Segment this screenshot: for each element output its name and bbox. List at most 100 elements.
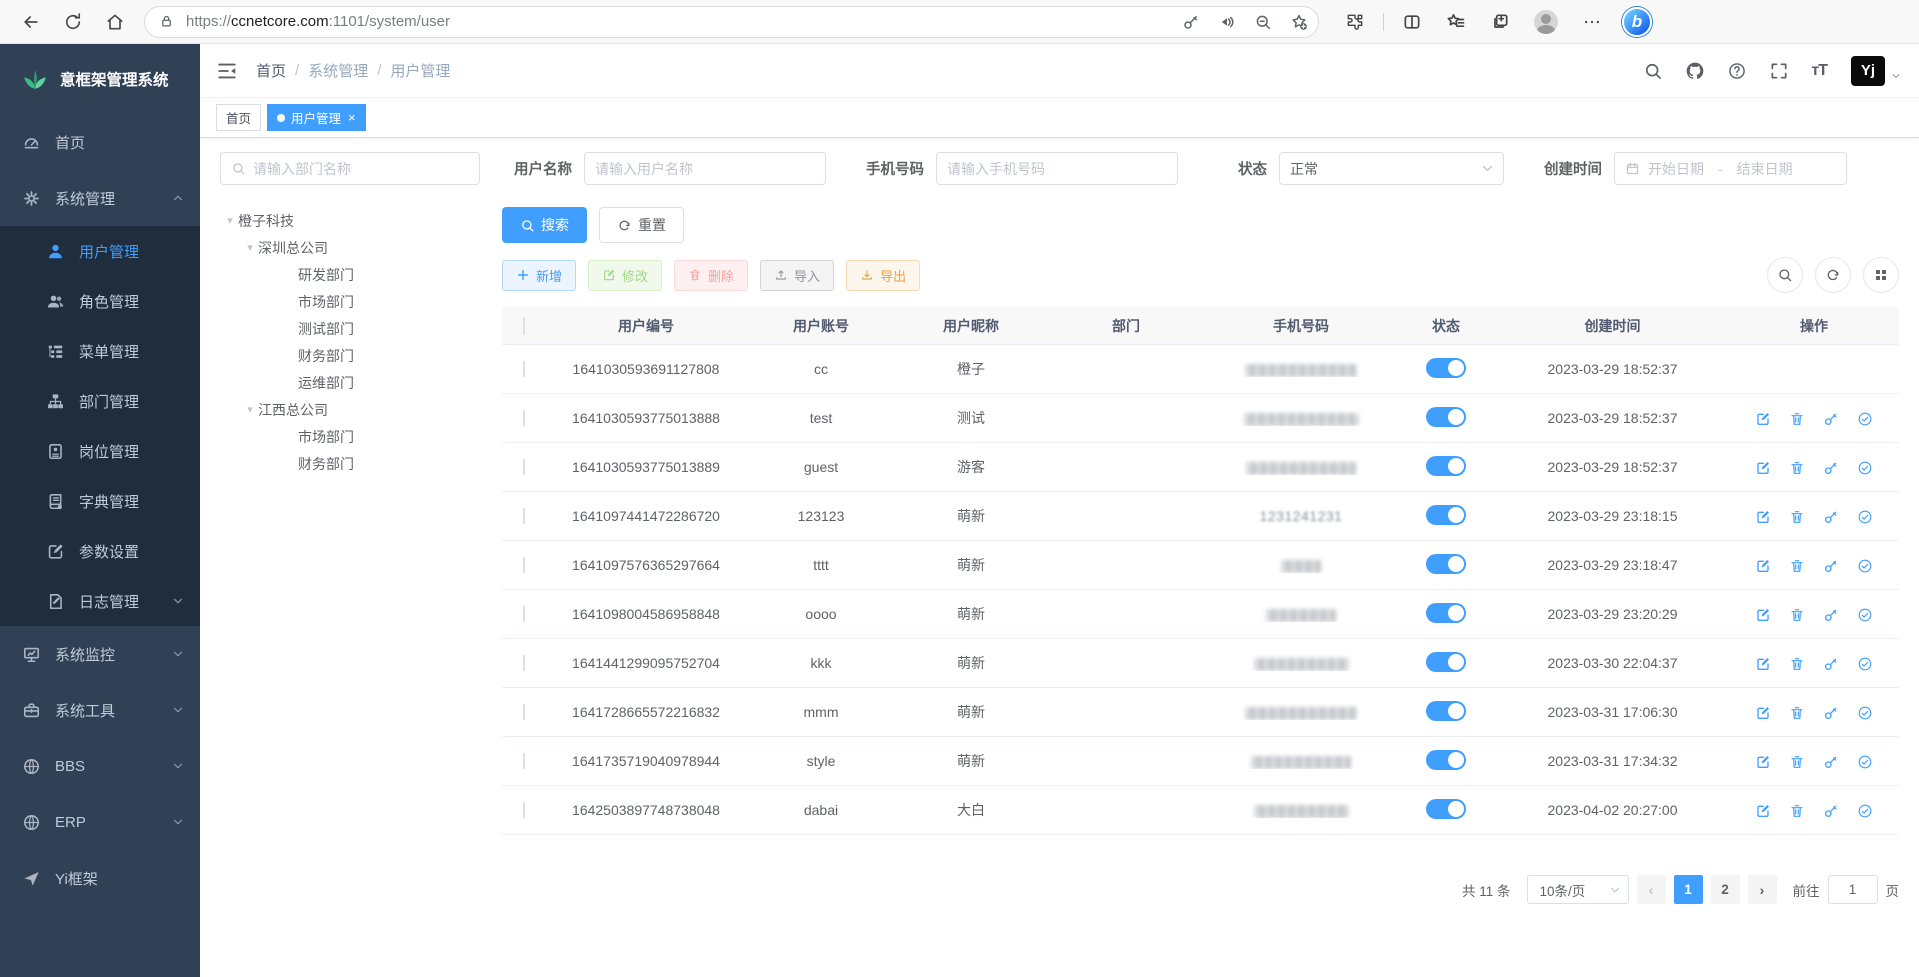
delete-action-icon[interactable] (1789, 460, 1805, 476)
delete-action-icon[interactable] (1789, 558, 1805, 574)
page-button-2[interactable]: 2 (1711, 875, 1740, 904)
assign-role-check-icon[interactable] (1857, 509, 1873, 525)
row-checkbox[interactable] (502, 704, 546, 720)
sidebar-item-首页[interactable]: 首页 (0, 114, 200, 170)
row-checkbox[interactable] (502, 410, 546, 426)
collections-icon[interactable] (1490, 12, 1510, 32)
reset-password-key-icon[interactable] (1823, 558, 1839, 574)
dept-search-input[interactable]: 请输入部门名称 (220, 152, 480, 185)
assign-role-check-icon[interactable] (1857, 607, 1873, 623)
show-search-button[interactable] (1767, 257, 1803, 293)
sidebar-item-岗位管理[interactable]: 岗位管理 (0, 426, 200, 476)
assign-role-check-icon[interactable] (1857, 754, 1873, 770)
avatar-caret-icon[interactable] (1891, 71, 1901, 81)
delete-action-icon[interactable] (1789, 509, 1805, 525)
tree-node-市场部门[interactable]: 市场部门 (220, 423, 480, 450)
username-input[interactable]: 请输入用户名称 (584, 152, 826, 185)
lock-icon[interactable] (159, 14, 174, 29)
help-icon[interactable] (1727, 61, 1747, 81)
breadcrumb-home[interactable]: 首页 (256, 60, 286, 81)
reset-password-key-icon[interactable] (1823, 411, 1839, 427)
sidebar-item-系统管理[interactable]: 系统管理 (0, 170, 200, 226)
app-logo[interactable]: 意框架管理系统 (0, 44, 200, 114)
edit-action-icon[interactable] (1755, 411, 1771, 427)
search-button[interactable]: 搜索 (502, 207, 587, 243)
status-toggle[interactable] (1426, 750, 1466, 770)
breadcrumb-system[interactable]: 系统管理 (308, 60, 368, 81)
delete-action-icon[interactable] (1789, 656, 1805, 672)
split-screen-icon[interactable] (1402, 12, 1422, 32)
page-size-select[interactable]: 10条/页 (1527, 875, 1629, 904)
edit-action-icon[interactable] (1755, 607, 1771, 623)
status-toggle[interactable] (1426, 505, 1466, 525)
favorites-icon[interactable] (1446, 12, 1466, 32)
close-icon[interactable]: × (348, 110, 356, 125)
tree-node-深圳总公司[interactable]: ▾ 深圳总公司 (220, 234, 480, 261)
edit-button[interactable]: 修改 (588, 260, 662, 291)
reset-password-key-icon[interactable] (1823, 754, 1839, 770)
back-icon[interactable] (21, 12, 41, 32)
url-text[interactable]: https://ccnetcore.com:1101/system/user (186, 13, 1164, 30)
sidebar-item-系统工具[interactable]: 系统工具 (0, 682, 200, 738)
edit-action-icon[interactable] (1755, 656, 1771, 672)
user-avatar[interactable]: Yj (1851, 56, 1885, 86)
assign-role-check-icon[interactable] (1857, 656, 1873, 672)
tree-node-江西总公司[interactable]: ▾ 江西总公司 (220, 396, 480, 423)
reset-button[interactable]: 重置 (599, 207, 684, 243)
reset-password-key-icon[interactable] (1823, 803, 1839, 819)
sidebar-item-Yi框架[interactable]: Yi框架 (0, 850, 200, 906)
row-checkbox[interactable] (502, 655, 546, 671)
select-all-checkbox[interactable] (502, 317, 546, 335)
sidebar-item-字典管理[interactable]: 字典管理 (0, 476, 200, 526)
status-toggle[interactable] (1426, 456, 1466, 476)
reset-password-key-icon[interactable] (1823, 460, 1839, 476)
tab-用户管理[interactable]: 用户管理 × (267, 104, 366, 131)
import-button[interactable]: 导入 (760, 260, 834, 291)
extensions-icon[interactable] (1345, 12, 1365, 32)
more-menu-icon[interactable] (1582, 12, 1602, 32)
status-toggle[interactable] (1426, 407, 1466, 427)
edit-action-icon[interactable] (1755, 754, 1771, 770)
row-checkbox[interactable] (502, 508, 546, 524)
delete-button[interactable]: 删除 (674, 260, 748, 291)
status-toggle[interactable] (1426, 701, 1466, 721)
row-checkbox[interactable] (502, 361, 546, 377)
read-aloud-icon[interactable] (1218, 13, 1236, 31)
prev-page-button[interactable]: ‹ (1637, 875, 1666, 904)
sidebar-item-ERP[interactable]: ERP (0, 794, 200, 850)
row-checkbox[interactable] (502, 557, 546, 573)
edit-action-icon[interactable] (1755, 460, 1771, 476)
assign-role-check-icon[interactable] (1857, 705, 1873, 721)
assign-role-check-icon[interactable] (1857, 558, 1873, 574)
assign-role-check-icon[interactable] (1857, 460, 1873, 476)
reset-password-key-icon[interactable] (1823, 656, 1839, 672)
address-bar[interactable]: https://ccnetcore.com:1101/system/user (144, 6, 1319, 38)
status-select[interactable]: 正常 (1279, 152, 1504, 185)
delete-action-icon[interactable] (1789, 754, 1805, 770)
next-page-button[interactable]: › (1748, 875, 1777, 904)
status-toggle[interactable] (1426, 799, 1466, 819)
sidebar-item-系统监控[interactable]: 系统监控 (0, 626, 200, 682)
tree-node-研发部门[interactable]: 研发部门 (220, 261, 480, 288)
page-button-1[interactable]: 1 (1674, 875, 1703, 904)
reset-password-key-icon[interactable] (1823, 705, 1839, 721)
browser-profile-avatar[interactable] (1534, 10, 1558, 34)
edit-action-icon[interactable] (1755, 705, 1771, 721)
goto-page-input[interactable]: 1 (1828, 875, 1878, 904)
add-button[interactable]: 新增 (502, 260, 576, 291)
tree-node-财务部门[interactable]: 财务部门 (220, 450, 480, 477)
sidebar-item-参数设置[interactable]: 参数设置 (0, 526, 200, 576)
row-checkbox[interactable] (502, 802, 546, 818)
reset-password-key-icon[interactable] (1823, 607, 1839, 623)
refresh-table-button[interactable] (1815, 257, 1851, 293)
sidebar-item-用户管理[interactable]: 用户管理 (0, 226, 200, 276)
column-settings-button[interactable] (1863, 257, 1899, 293)
search-icon[interactable] (1643, 61, 1663, 81)
sidebar-item-角色管理[interactable]: 角色管理 (0, 276, 200, 326)
edit-action-icon[interactable] (1755, 509, 1771, 525)
tab-首页[interactable]: 首页 (216, 104, 261, 131)
reset-password-key-icon[interactable] (1823, 509, 1839, 525)
sidebar-item-菜单管理[interactable]: 菜单管理 (0, 326, 200, 376)
status-toggle[interactable] (1426, 652, 1466, 672)
zoom-out-icon[interactable] (1254, 13, 1272, 31)
